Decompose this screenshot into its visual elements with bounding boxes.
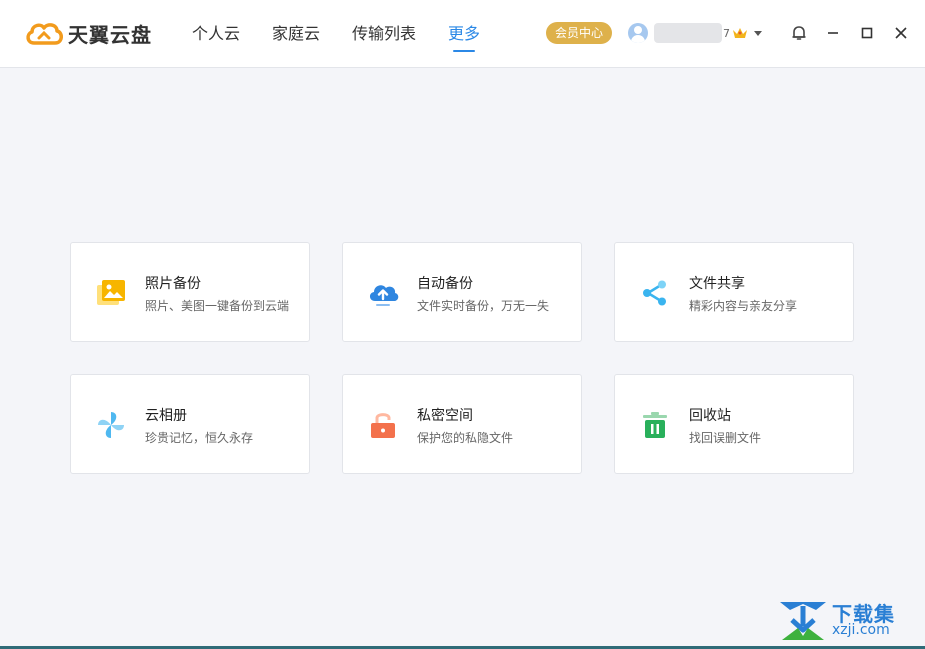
user-menu[interactable]: 7 <box>628 20 762 46</box>
feature-title: 自动备份 <box>417 276 473 292</box>
cloud-upload-icon <box>369 285 399 306</box>
close-icon[interactable] <box>891 23 911 43</box>
feature-card-recycle-bin[interactable]: 回收站 找回误删文件 <box>614 374 854 474</box>
chevron-down-icon[interactable] <box>754 30 762 36</box>
pinwheel-album-icon <box>98 412 124 438</box>
title-bar: 天翼云盘 个人云 家庭云 传输列表 更多 会员中心 7 <box>0 0 925 68</box>
lock-icon <box>371 413 395 438</box>
tab-family-cloud[interactable]: 家庭云 <box>272 0 320 68</box>
share-icon <box>643 280 666 306</box>
tab-transfer-list[interactable]: 传输列表 <box>352 0 416 68</box>
feature-desc: 找回误删文件 <box>689 431 762 445</box>
feature-title: 文件共享 <box>689 276 745 292</box>
trash-icon <box>643 412 667 438</box>
minimize-icon[interactable] <box>823 23 843 43</box>
feature-card-cloud-album[interactable]: 云相册 珍贵记忆，恒久永存 <box>70 374 310 474</box>
feature-desc: 精彩内容与亲友分享 <box>689 299 798 313</box>
photo-backup-icon <box>97 280 125 305</box>
watermark: 下载集 xzji.com <box>776 596 916 642</box>
watermark-logo-icon <box>780 602 826 640</box>
tab-personal-cloud[interactable]: 个人云 <box>192 0 240 68</box>
feature-title: 照片备份 <box>145 276 201 292</box>
main-nav: 个人云 家庭云 传输列表 更多 <box>192 0 512 68</box>
avatar[interactable] <box>628 23 648 43</box>
feature-desc: 保护您的私隐文件 <box>417 431 514 445</box>
username-redacted <box>654 23 722 43</box>
watermark-en: xzji.com <box>832 622 890 638</box>
app-logo: 天翼云盘 <box>24 18 152 48</box>
feature-card-file-share[interactable]: 文件共享 精彩内容与亲友分享 <box>614 242 854 342</box>
feature-title: 云相册 <box>145 408 187 424</box>
feature-card-auto-backup[interactable]: 自动备份 文件实时备份，万无一失 <box>342 242 582 342</box>
maximize-icon[interactable] <box>857 23 877 43</box>
bell-icon[interactable] <box>789 23 809 43</box>
feature-desc: 文件实时备份，万无一失 <box>417 299 550 313</box>
feature-title: 回收站 <box>689 408 731 424</box>
crown-icon <box>733 28 747 38</box>
feature-desc: 照片、美图一键备份到云端 <box>145 299 290 313</box>
app-name: 天翼云盘 <box>68 22 152 47</box>
feature-card-private-space[interactable]: 私密空间 保护您的私隐文件 <box>342 374 582 474</box>
tab-more[interactable]: 更多 <box>448 0 480 68</box>
vip-center-button[interactable]: 会员中心 <box>546 22 612 44</box>
cloud-logo-icon <box>26 23 63 45</box>
username-suffix: 7 <box>723 26 730 40</box>
feature-desc: 珍贵记忆，恒久永存 <box>145 431 254 445</box>
feature-card-photo-backup[interactable]: 照片备份 照片、美图一键备份到云端 <box>70 242 310 342</box>
feature-title: 私密空间 <box>417 408 473 424</box>
